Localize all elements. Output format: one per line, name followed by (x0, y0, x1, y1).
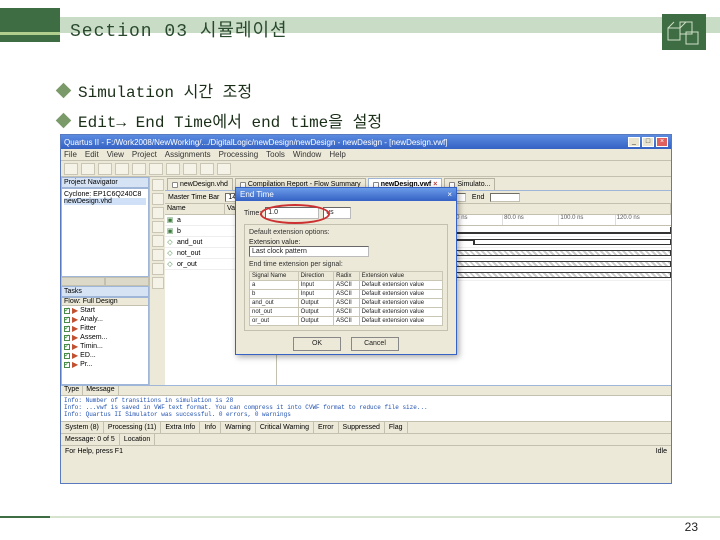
tree-file[interactable]: newDesign.vhd (64, 198, 146, 205)
dialog-close-icon[interactable]: × (447, 190, 452, 199)
play-icon[interactable]: ▶ (72, 334, 78, 342)
bullet-list: Simulation 시간 조정 Edit→ End Time에서 end ti… (58, 78, 382, 138)
project-nav-title: Project Navigator (61, 177, 149, 188)
ext-group-label: Default extension options: (249, 229, 443, 236)
tool-button[interactable] (166, 163, 180, 175)
play-icon[interactable]: ▶ (72, 316, 78, 324)
menu-item[interactable]: Window (293, 150, 321, 159)
play-icon[interactable]: ▶ (72, 343, 78, 351)
play-icon[interactable]: ▶ (72, 325, 78, 333)
time-unit-select[interactable]: us (323, 207, 351, 219)
pin-in-icon: ▣ (165, 227, 175, 235)
wave-tool-button[interactable] (152, 179, 164, 191)
tasks-list[interactable]: Flow: Full Design ▶Start ▶Analy... ▶Fitt… (61, 297, 149, 385)
check-icon (64, 353, 70, 359)
pin-out-icon: ◇ (165, 238, 175, 246)
check-icon (64, 335, 70, 341)
tasks-title: Tasks (61, 286, 149, 297)
menu-item[interactable]: Tools (266, 150, 285, 159)
messages-body[interactable]: Info: Number of transitions in simulatio… (61, 396, 671, 421)
menubar[interactable]: File Edit View Project Assignments Proce… (61, 149, 671, 161)
pin-in-icon: ▣ (165, 216, 175, 224)
check-icon (64, 362, 70, 368)
bullet-diamond-icon (56, 82, 72, 98)
close-button[interactable]: × (656, 137, 668, 147)
wave-tool-button[interactable] (152, 277, 164, 289)
menu-item[interactable]: Assignments (165, 150, 211, 159)
tool-button[interactable] (217, 163, 231, 175)
wave-tool-button[interactable] (152, 221, 164, 233)
tool-button[interactable] (115, 163, 129, 175)
wave-tool-column (149, 177, 165, 385)
slide-header: Section 03 시뮬레이션 (0, 8, 720, 42)
tool-button[interactable] (132, 163, 146, 175)
page-number: 23 (685, 520, 698, 534)
end-time-dialog: End Time × Time: 1.0 us Default extensio… (235, 187, 457, 355)
check-icon (64, 308, 70, 314)
wave-tool-button[interactable] (152, 193, 164, 205)
project-tree[interactable]: Cyclone: EP1C6Q240C8 newDesign.vhd (61, 188, 149, 277)
end-field[interactable] (490, 193, 520, 202)
tab[interactable]: newDesign.vhd (167, 178, 233, 190)
messages-header: TypeMessage (61, 386, 671, 396)
time-input[interactable]: 1.0 (265, 207, 319, 219)
tool-button[interactable] (200, 163, 214, 175)
pin-out-icon: ◇ (165, 260, 175, 268)
cancel-button[interactable]: Cancel (351, 337, 399, 351)
tool-button[interactable] (183, 163, 197, 175)
messages-tabs[interactable]: System (8) Processing (11) Extra Info In… (61, 421, 671, 433)
tool-button[interactable] (149, 163, 163, 175)
wave-tool-button[interactable] (152, 263, 164, 275)
time-label: Time: (244, 210, 261, 217)
scroll-strip[interactable] (61, 277, 149, 286)
bullet-diamond-icon (56, 112, 72, 128)
menu-item[interactable]: Processing (219, 150, 259, 159)
menu-item[interactable]: Project (132, 150, 157, 159)
bullet-item: Edit→ End Time에서 end time을 설정 (58, 108, 382, 132)
titlebar: Quartus II - F:/Work2008/NewWorking/.../… (61, 135, 671, 149)
toolbar (61, 161, 671, 177)
messages-footer: Message: 0 of 5 Location (61, 433, 671, 445)
statusbar: For Help, press F1 Idle (61, 445, 671, 457)
menu-item[interactable]: View (107, 150, 124, 159)
file-icon (172, 182, 178, 188)
footer-bar (0, 516, 720, 518)
corner-logo-icon (662, 14, 706, 50)
check-icon (64, 326, 70, 332)
wave-tool-button[interactable] (152, 235, 164, 247)
bullet-item: Simulation 시간 조정 (58, 78, 382, 102)
minimize-button[interactable]: _ (628, 137, 640, 147)
check-icon (64, 344, 70, 350)
tool-button[interactable] (64, 163, 78, 175)
menu-item[interactable]: Help (329, 150, 345, 159)
wave-tool-button[interactable] (152, 249, 164, 261)
ok-button[interactable]: OK (293, 337, 341, 351)
ext-table[interactable]: Signal NameDirectionRadixExtension value… (249, 271, 443, 326)
ext-value-select[interactable]: Last clock pattern (249, 246, 369, 257)
tool-button[interactable] (81, 163, 95, 175)
quartus-window: Quartus II - F:/Work2008/NewWorking/.../… (60, 134, 672, 484)
section-title: Section 03 시뮬레이션 (70, 16, 288, 42)
menu-item[interactable]: Edit (85, 150, 99, 159)
menu-item[interactable]: File (64, 150, 77, 159)
play-icon[interactable]: ▶ (72, 361, 78, 369)
tree-device: Cyclone: EP1C6Q240C8 (64, 191, 146, 198)
messages-pane: TypeMessage Info: Number of transitions … (61, 385, 671, 445)
table-label: End time extension per signal: (249, 261, 443, 268)
play-icon[interactable]: ▶ (72, 307, 78, 315)
play-icon[interactable]: ▶ (72, 352, 78, 360)
window-title: Quartus II - F:/Work2008/NewWorking/.../… (64, 138, 626, 147)
bullet-text: Simulation 시간 조정 (78, 78, 252, 102)
maximize-button[interactable]: □ (642, 137, 654, 147)
pin-out-icon: ◇ (165, 249, 175, 257)
dialog-titlebar[interactable]: End Time × (236, 188, 456, 201)
bullet-text: Edit→ End Time에서 end time을 설정 (78, 108, 382, 132)
wave-tool-button[interactable] (152, 207, 164, 219)
check-icon (64, 317, 70, 323)
tool-button[interactable] (98, 163, 112, 175)
